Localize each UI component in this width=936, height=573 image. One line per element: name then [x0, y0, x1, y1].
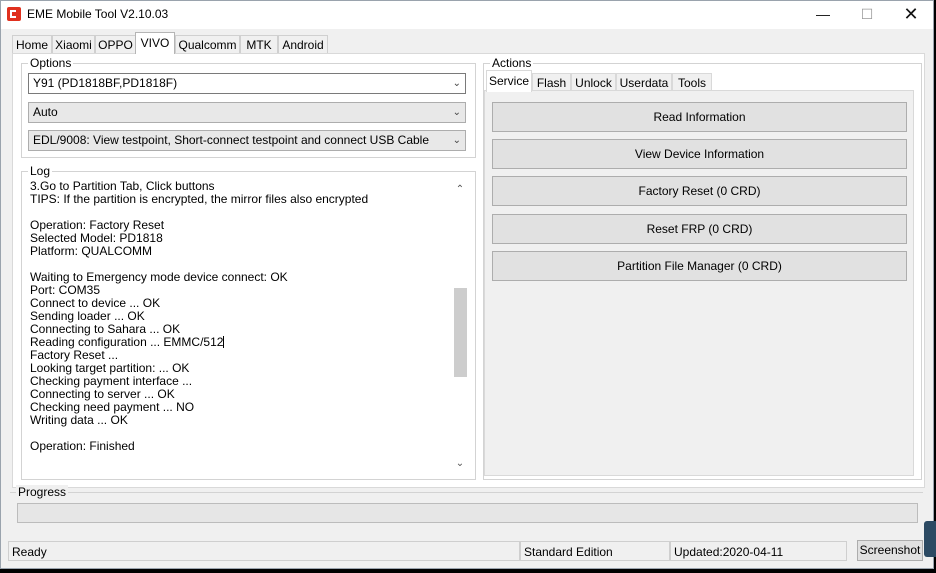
partition-file-manager-button[interactable]: Partition File Manager (0 CRD): [492, 251, 907, 281]
log-textarea[interactable]: 3.Go to Partition Tab, Click buttons TIP…: [25, 180, 472, 476]
mode-select[interactable]: Auto ⌄: [28, 102, 466, 123]
tab-android[interactable]: Android: [278, 35, 328, 53]
progress-bar: [17, 503, 918, 523]
tab-mtk[interactable]: MTK: [240, 35, 278, 53]
tab-xiaomi[interactable]: Xiaomi: [52, 35, 95, 53]
factory-reset-button[interactable]: Factory Reset (0 CRD): [492, 176, 907, 206]
close-button[interactable]: ✕: [889, 1, 933, 29]
log-scrollbar-thumb[interactable]: [454, 288, 467, 377]
read-information-button[interactable]: Read Information: [492, 102, 907, 132]
options-label: Options: [28, 55, 74, 71]
actions-label: Actions: [490, 55, 534, 71]
tab-service[interactable]: Service: [486, 70, 532, 92]
log-line: TIPS: If the partition is encrypted, the…: [30, 192, 369, 206]
chevron-down-icon: ⌄: [452, 107, 461, 118]
log-line: Operation: Finished: [30, 439, 135, 453]
model-select[interactable]: Y91 (PD1818BF,PD1818F) ⌄: [28, 73, 466, 94]
scroll-up-icon[interactable]: ⌃: [452, 184, 468, 195]
reset-frp-button[interactable]: Reset FRP (0 CRD): [492, 214, 907, 244]
minimize-button[interactable]: —: [801, 1, 845, 29]
tab-qualcomm[interactable]: Qualcomm: [175, 35, 240, 53]
log-line: Writing data ... OK: [30, 413, 128, 427]
status-edition: Standard Edition: [520, 541, 670, 561]
window-title: EME Mobile Tool V2.10.03: [27, 7, 169, 21]
progress-label: Progress: [16, 485, 69, 499]
text-caret: [223, 336, 225, 348]
model-select-value: Y91 (PD1818BF,PD1818F): [33, 76, 178, 90]
connection-select[interactable]: EDL/9008: View testpoint, Short-connect …: [28, 130, 466, 151]
tab-flash[interactable]: Flash: [532, 73, 571, 91]
tab-oppo[interactable]: OPPO: [95, 35, 136, 53]
log-label: Log: [28, 163, 53, 179]
scroll-down-icon[interactable]: ⌄: [452, 458, 468, 469]
status-updated: Updated:2020-04-11: [670, 541, 847, 561]
chevron-down-icon: ⌄: [452, 78, 461, 89]
screenshot-button[interactable]: Screenshot: [857, 540, 923, 561]
tab-unlock[interactable]: Unlock: [571, 73, 616, 91]
view-device-information-button[interactable]: View Device Information: [492, 139, 907, 169]
app-logo-icon: [7, 7, 21, 21]
log-line: Platform: QUALCOMM: [30, 244, 153, 258]
tab-tools[interactable]: Tools: [672, 73, 712, 91]
status-state: Ready: [8, 541, 520, 561]
log-line-text: Reading configuration ... EMMC/512: [30, 335, 224, 349]
tab-vivo[interactable]: VIVO: [135, 32, 175, 54]
overlay-widget[interactable]: [924, 521, 936, 557]
mode-select-value: Auto: [33, 105, 58, 119]
maximize-button[interactable]: ☐: [845, 1, 889, 29]
connection-select-value: EDL/9008: View testpoint, Short-connect …: [33, 133, 430, 147]
tab-home[interactable]: Home: [12, 35, 52, 53]
title-bar[interactable]: EME Mobile Tool V2.10.03 — ☐ ✕: [1, 1, 933, 29]
tab-userdata[interactable]: Userdata: [616, 73, 672, 91]
chevron-down-icon: ⌄: [452, 135, 461, 146]
